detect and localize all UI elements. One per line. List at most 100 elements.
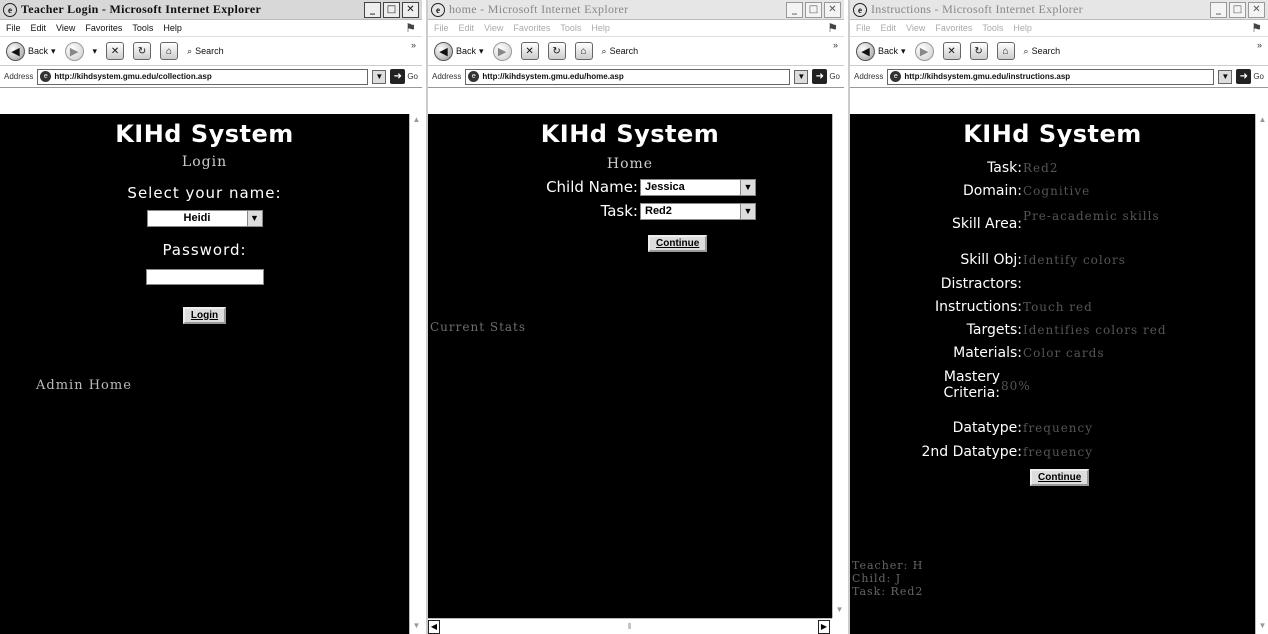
page-title: KIHd System <box>963 120 1142 148</box>
chevron-down-icon[interactable]: ▾ <box>901 46 906 57</box>
login-button[interactable]: Login <box>182 306 227 324</box>
select-name-label: Select your name: <box>127 184 282 202</box>
continue-button[interactable]: Continue <box>648 235 708 252</box>
chevron-down-icon[interactable]: ▾ <box>479 46 484 57</box>
menu-favorites[interactable]: Favorites <box>85 23 122 33</box>
password-field[interactable] <box>145 268 264 285</box>
go-label: Go <box>407 72 418 81</box>
scroll-right-icon[interactable]: ▶ <box>818 619 830 634</box>
info-value: Red2 <box>1023 161 1059 175</box>
close-icon[interactable]: ✕ <box>824 1 841 18</box>
search-button[interactable]: ⌕ Search <box>1024 46 1061 57</box>
home-icon[interactable]: ⌂ <box>160 42 179 60</box>
name-select[interactable]: Heidi ▼ <box>146 209 263 227</box>
menu-tools[interactable]: Tools <box>982 23 1003 33</box>
toolbar: ◀ Back ▾ ▶ ▾ ✕ ↻ ⌂ ⌕ Search » <box>0 37 422 66</box>
page-icon: e <box>890 71 902 82</box>
address-url: http://kihdsystem.gmu.edu/home.asp <box>482 72 624 81</box>
menu-file[interactable]: File <box>856 23 871 33</box>
horizontal-scrollbar[interactable]: ◀ ⦀ ▶ <box>428 618 832 634</box>
maximize-icon[interactable]: □ <box>383 1 400 18</box>
minimize-icon[interactable]: _ <box>786 1 803 18</box>
menu-tools[interactable]: Tools <box>560 23 581 33</box>
admin-home-link[interactable]: Admin Home <box>36 378 132 393</box>
chevron-down-icon[interactable]: ▾ <box>51 46 56 57</box>
menu-edit[interactable]: Edit <box>31 23 47 33</box>
address-input[interactable]: e http://kihdsystem.gmu.edu/instructions… <box>887 68 1215 85</box>
info-value: Color cards <box>1023 346 1105 360</box>
search-button[interactable]: ⌕ Search <box>187 46 224 57</box>
stop-icon[interactable]: ✕ <box>942 42 961 60</box>
refresh-icon[interactable]: ↻ <box>969 42 988 60</box>
title-bar[interactable]: e Instructions - Microsoft Internet Expl… <box>850 0 1268 20</box>
toolbar-overflow-icon[interactable]: » <box>411 40 416 50</box>
menu-help[interactable]: Help <box>1013 23 1032 33</box>
maximize-icon[interactable]: □ <box>805 1 822 18</box>
home-icon[interactable]: ⌂ <box>574 42 593 60</box>
address-dropdown-icon[interactable]: ▼ <box>1218 69 1233 84</box>
scroll-down-icon[interactable]: ▼ <box>834 605 844 617</box>
scroll-up-icon[interactable]: ▲ <box>1257 115 1268 127</box>
close-icon[interactable]: ✕ <box>402 1 419 18</box>
minimize-icon[interactable]: _ <box>364 1 381 18</box>
back-button[interactable]: ◀ Back ▾ <box>6 41 56 61</box>
search-label: Search <box>195 46 224 56</box>
menu-tools[interactable]: Tools <box>132 23 153 33</box>
maximize-icon[interactable]: □ <box>1229 1 1246 18</box>
address-dropdown-icon[interactable]: ▼ <box>794 69 809 84</box>
home-icon[interactable]: ⌂ <box>996 42 1015 60</box>
menu-favorites[interactable]: Favorites <box>513 23 550 33</box>
forward-arrow-icon[interactable]: ▶ <box>914 41 934 61</box>
menu-view[interactable]: View <box>906 23 925 33</box>
info-row-targets: Targets: Identifies colors red <box>850 322 1255 338</box>
menu-help[interactable]: Help <box>163 23 182 33</box>
toolbar-overflow-icon[interactable]: » <box>1257 40 1262 50</box>
toolbar-overflow-icon[interactable]: » <box>833 40 838 50</box>
address-bar: Address e http://kihdsystem.gmu.edu/coll… <box>0 66 422 88</box>
forward-arrow-icon[interactable]: ▶ <box>492 41 512 61</box>
info-label: Mastery Criteria: <box>943 369 1000 401</box>
scroll-left-icon[interactable]: ◀ <box>428 619 440 634</box>
search-button[interactable]: ⌕ Search <box>602 46 639 57</box>
scroll-up-icon[interactable]: ▲ <box>411 115 422 127</box>
refresh-icon[interactable]: ↻ <box>133 42 152 60</box>
menu-help[interactable]: Help <box>591 23 610 33</box>
continue-button[interactable]: Continue <box>1030 469 1090 486</box>
go-button[interactable]: ➜ Go <box>1236 69 1264 84</box>
task-select[interactable]: Red2 ▼ <box>640 202 756 220</box>
menu-edit[interactable]: Edit <box>459 23 475 33</box>
back-button[interactable]: ◀ Back ▾ <box>856 41 906 61</box>
menu-bar: File Edit View Favorites Tools Help ⚑ <box>428 20 844 37</box>
child-name-select[interactable]: Jessica ▼ <box>640 178 756 196</box>
menu-file[interactable]: File <box>434 23 449 33</box>
address-dropdown-icon[interactable]: ▼ <box>372 69 387 84</box>
go-button[interactable]: ➜ Go <box>390 69 418 84</box>
menu-favorites[interactable]: Favorites <box>935 23 972 33</box>
address-input[interactable]: e http://kihdsystem.gmu.edu/collection.a… <box>37 68 369 85</box>
stop-icon[interactable]: ✕ <box>106 42 125 60</box>
back-button[interactable]: ◀ Back ▾ <box>434 41 484 61</box>
scroll-down-icon[interactable]: ▼ <box>1257 621 1268 633</box>
menu-edit[interactable]: Edit <box>881 23 897 33</box>
ie-logo-icon: e <box>431 2 445 17</box>
minimize-icon[interactable]: _ <box>1210 1 1227 18</box>
vertical-scrollbar[interactable]: ▲ ▼ <box>1255 114 1268 634</box>
menu-view[interactable]: View <box>56 23 75 33</box>
address-input[interactable]: e http://kihdsystem.gmu.edu/home.asp <box>465 68 791 85</box>
menu-file[interactable]: File <box>6 23 21 33</box>
vertical-scrollbar[interactable]: ▲ ▼ <box>409 114 422 634</box>
scroll-thumb[interactable]: ⦀ <box>628 622 632 632</box>
page-title: KIHd System <box>115 120 294 148</box>
info-label: Instructions: <box>935 299 1022 315</box>
forward-arrow-icon[interactable]: ▶ <box>64 41 84 61</box>
title-bar[interactable]: e home - Microsoft Internet Explorer _ □… <box>428 0 844 20</box>
refresh-icon[interactable]: ↻ <box>547 42 566 60</box>
close-icon[interactable]: ✕ <box>1248 1 1265 18</box>
chevron-down-icon[interactable]: ▾ <box>93 46 98 57</box>
scroll-down-icon[interactable]: ▼ <box>411 621 422 633</box>
vertical-scrollbar[interactable]: ▼ <box>832 114 844 618</box>
go-button[interactable]: ➜ Go <box>812 69 840 84</box>
title-bar[interactable]: e Teacher Login - Microsoft Internet Exp… <box>0 0 422 20</box>
menu-view[interactable]: View <box>484 23 503 33</box>
stop-icon[interactable]: ✕ <box>520 42 539 60</box>
